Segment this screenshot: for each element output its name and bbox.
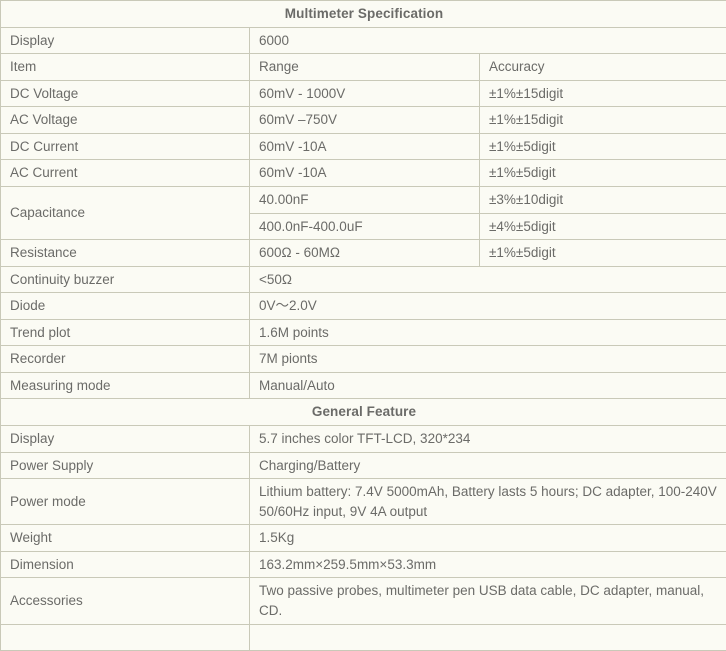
cell-item: Weight [1,525,250,552]
table-row-column-headers: Item Range Accuracy [1,54,726,81]
table-row: Accessories Two passive probes, multimet… [1,578,726,624]
cell-item: Power Supply [1,452,250,479]
cell-range: 40.00nF [250,186,480,213]
cell-value: 0V〜2.0V [250,293,726,320]
cell-accuracy: ±1%±5digit [480,240,726,267]
cell-range: 400.0nF-400.0uF [250,213,480,240]
table-row: Power mode Lithium battery: 7.4V 5000mAh… [1,479,726,525]
cell-item: Accessories [1,578,250,624]
cell-accuracy: ±1%±15digit [480,80,726,107]
cell-value: 5.7 inches color TFT-LCD, 320*234 [250,426,726,453]
cell-item: Continuity buzzer [1,266,250,293]
table-row: Trend plot 1.6M points [1,319,726,346]
cell-accuracy: ±1%±15digit [480,107,726,134]
cell-value: 7M pionts [250,346,726,373]
table-row: Power Supply Charging/Battery [1,452,726,479]
cell-value: Charging/Battery [250,452,726,479]
table-row: Weight 1.5Kg [1,525,726,552]
table-row: Continuity buzzer <50Ω [1,266,726,293]
cell-accuracy: ±1%±5digit [480,133,726,160]
cell-range: 60mV - 1000V [250,80,480,107]
table-row-section-heading: General Feature [1,399,726,426]
cell-value: 6000 [250,27,726,54]
table-row: AC Current 60mV -10A ±1%±5digit [1,160,726,187]
table-row: AC Voltage 60mV –750V ±1%±15digit [1,107,726,134]
table-row: DC Voltage 60mV - 1000V ±1%±15digit [1,80,726,107]
table-row-partial [1,624,726,651]
cell-item: DC Current [1,133,250,160]
table-row: Diode 0V〜2.0V [1,293,726,320]
column-header-accuracy: Accuracy [480,54,726,81]
cell-item: Diode [1,293,250,320]
cell-item: AC Current [1,160,250,187]
cell-value: 1.5Kg [250,525,726,552]
cell-item: Display [1,27,250,54]
cell-item: Resistance [1,240,250,267]
cell-item-capacitance: Capacitance [1,186,250,239]
table-row-section-heading: Multimeter Specification [1,1,726,28]
table-row: Capacitance 40.00nF ±3%±10digit [1,186,726,213]
cell-accuracy: ±3%±10digit [480,186,726,213]
cell-value: Two passive probes, multimeter pen USB d… [250,578,726,624]
table-row: Display 6000 [1,27,726,54]
column-header-item: Item [1,54,250,81]
table-row: Display 5.7 inches color TFT-LCD, 320*23… [1,426,726,453]
table-row: DC Current 60mV -10A ±1%±5digit [1,133,726,160]
cell-item: Display [1,426,250,453]
table-row: Dimension 163.2mm×259.5mm×53.3mm [1,551,726,578]
cell-value: Manual/Auto [250,372,726,399]
cell-value: 163.2mm×259.5mm×53.3mm [250,551,726,578]
cell-accuracy: ±1%±5digit [480,160,726,187]
cell-item: DC Voltage [1,80,250,107]
cell-range: 60mV -10A [250,160,480,187]
table-row: Measuring mode Manual/Auto [1,372,726,399]
cell-item [1,624,250,651]
cell-item: Trend plot [1,319,250,346]
table-row: Resistance 600Ω - 60MΩ ±1%±5digit [1,240,726,267]
cell-item: AC Voltage [1,107,250,134]
cell-item: Power mode [1,479,250,525]
cell-range: 60mV -10A [250,133,480,160]
cell-range: 60mV –750V [250,107,480,134]
cell-item: Recorder [1,346,250,373]
cell-value: Lithium battery: 7.4V 5000mAh, Battery l… [250,479,726,525]
cell-item: Dimension [1,551,250,578]
cell-accuracy: ±4%±5digit [480,213,726,240]
cell-value: <50Ω [250,266,726,293]
cell-value: 1.6M points [250,319,726,346]
section-heading-multimeter: Multimeter Specification [1,1,726,28]
section-heading-general-feature: General Feature [1,399,726,426]
multimeter-specification-table: Multimeter Specification Display 6000 It… [0,0,726,651]
cell-range: 600Ω - 60MΩ [250,240,480,267]
cell-value [250,624,726,651]
column-header-range: Range [250,54,480,81]
cell-item: Measuring mode [1,372,250,399]
table-row: Recorder 7M pionts [1,346,726,373]
